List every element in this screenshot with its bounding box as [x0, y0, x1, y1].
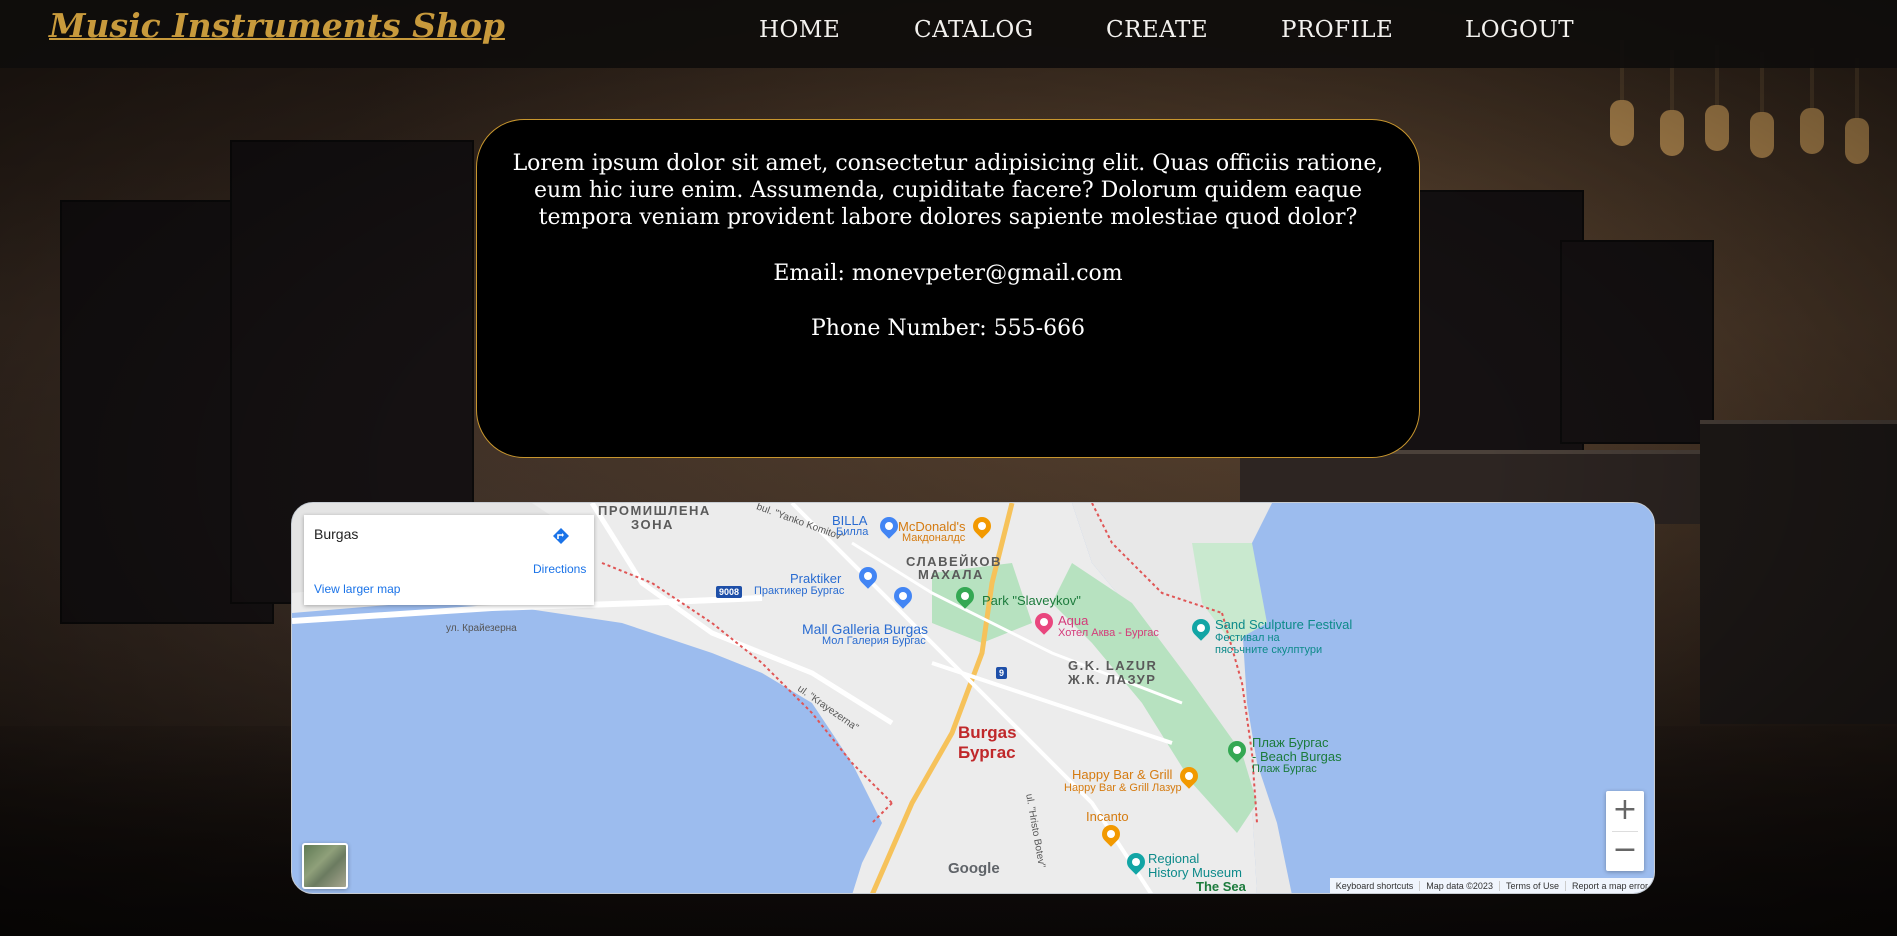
shop-description: Lorem ipsum dolor sit amet, consectetur …: [512, 151, 1384, 230]
map-label-museum-1: Regional: [1148, 851, 1200, 866]
nav-create[interactable]: CREATE: [1106, 17, 1208, 43]
map-label-sand-festival-bg-1: Фестивал на: [1215, 632, 1280, 644]
zoom-controls: + −: [1606, 791, 1644, 871]
map-label-happy-bar-bg: Happy Bar & Grill Лазур: [1064, 782, 1182, 794]
map-label-industrial-2: ЗОНА: [631, 517, 674, 532]
map-label-slaveykov-2: МАХАЛА: [918, 567, 984, 582]
map-label-lazur-2: Ж.К. ЛАЗУР: [1068, 672, 1157, 687]
map-label-incanto: Incanto: [1086, 809, 1129, 824]
map-label-beach-2: - Beach Burgas: [1252, 749, 1342, 764]
map-label-city-en: Burgas: [958, 723, 1017, 742]
google-logo-text: Google: [948, 860, 1000, 877]
nav-home[interactable]: HOME: [759, 17, 840, 43]
map-label-museum-2: History Museum: [1148, 865, 1242, 880]
contact-info-card: Lorem ipsum dolor sit amet, consectetur …: [476, 119, 1420, 458]
top-navbar: Music Instruments Shop HOME CATALOG CREA…: [0, 0, 1897, 68]
zoom-out-button[interactable]: −: [1606, 831, 1644, 871]
map-data-text: Map data ©2023: [1419, 880, 1499, 891]
directions-link[interactable]: Directions: [533, 562, 586, 576]
contact-phone: Phone Number: 555-666: [810, 316, 1086, 341]
embedded-map[interactable]: ПРОМИШЛЕНА ЗОНА bul. "Yanko Komitov" BIL…: [291, 502, 1655, 894]
route-badge-9: 9: [996, 667, 1008, 679]
nav-logout[interactable]: LOGOUT: [1465, 17, 1574, 43]
keyboard-shortcuts-link[interactable]: Keyboard shortcuts: [1330, 881, 1420, 891]
map-label-mall-galleria-bg: Мол Галерия Бургас: [822, 635, 926, 647]
satellite-view-toggle[interactable]: [302, 843, 348, 889]
map-label-road-kraiezerna: ул. Крайезерна: [446, 623, 517, 634]
site-logo[interactable]: Music Instruments Shop: [49, 6, 505, 45]
zoom-in-button[interactable]: +: [1606, 791, 1644, 831]
map-label-aqua-bg: Хотел Аква - Бургас: [1058, 627, 1159, 639]
map-label-lazur-1: G.K. LAZUR: [1068, 658, 1158, 673]
report-map-error-link[interactable]: Report a map error: [1564, 880, 1654, 891]
map-label-aqua: Aqua: [1058, 613, 1089, 628]
contact-email: Email: monevpeter@gmail.com: [773, 261, 1123, 286]
nav-catalog[interactable]: CATALOG: [914, 17, 1034, 43]
map-label-industrial-1: ПРОМИШЛЕНА: [598, 503, 711, 518]
place-name: Burgas: [314, 526, 359, 542]
map-label-sand-festival: Sand Sculpture Festival: [1215, 617, 1353, 632]
map-place-card: Burgas Directions View larger map: [304, 515, 594, 605]
map-label-beach-1: Плаж Бургас: [1252, 735, 1329, 750]
map-attribution: Keyboard shortcuts Map data ©2023 Terms …: [1329, 878, 1654, 893]
map-label-sand-festival-bg-2: пясъчните скулптури: [1215, 644, 1323, 656]
map-label-the-sea: The Sea: [1196, 879, 1246, 894]
directions-icon[interactable]: [552, 527, 570, 545]
map-label-park-slaveykov: Park "Slaveykov": [982, 593, 1081, 608]
google-logo: Google: [948, 860, 1000, 877]
view-larger-map-link[interactable]: View larger map: [314, 582, 400, 596]
map-label-beach-3: Плаж Бургас: [1252, 763, 1317, 775]
terms-of-use-link[interactable]: Terms of Use: [1498, 880, 1565, 891]
map-label-praktiker-bg: Практикер Бургас: [754, 585, 845, 597]
map-label-city-bg: Бургас: [958, 743, 1016, 762]
map-label-happy-bar: Happy Bar & Grill: [1072, 767, 1173, 782]
route-badge-9008: 9008: [716, 586, 743, 598]
map-label-mcdonalds-bg: Макдоналдс: [902, 532, 966, 544]
map-label-billa-bg: Билла: [836, 526, 869, 538]
nav-profile[interactable]: PROFILE: [1281, 17, 1393, 43]
map-label-praktiker: Praktiker: [790, 571, 842, 586]
